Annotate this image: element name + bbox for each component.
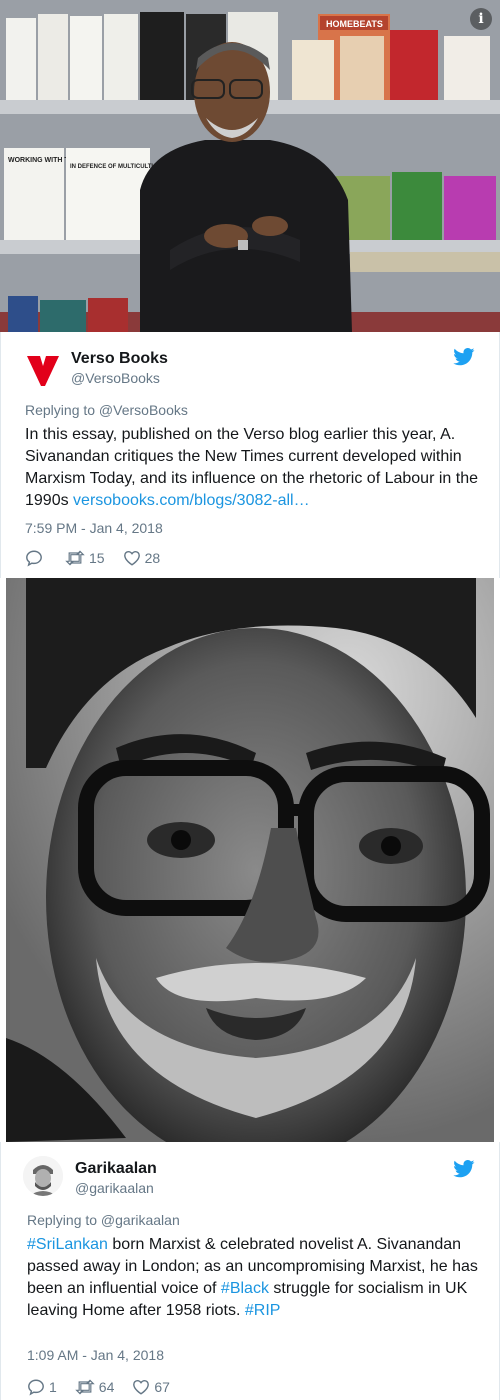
verso-logo-avatar[interactable] xyxy=(23,350,63,390)
like-button[interactable]: 28 xyxy=(123,549,161,567)
reply-button[interactable] xyxy=(25,549,47,567)
hashtag-srilankan[interactable]: #SriLankan xyxy=(27,1236,108,1253)
author-name[interactable]: Garikaalan xyxy=(75,1160,157,1178)
photo-author-bookshelf: HOMEBEATS WORKING WITH THE MEDIA IN DEFE… xyxy=(0,0,500,332)
reply-count: 1 xyxy=(49,1379,57,1395)
retweet-icon xyxy=(65,550,85,566)
info-icon[interactable]: i xyxy=(470,8,492,30)
tweet-garikaalan: Garikaalan @garikaalan Replying to @gari… xyxy=(0,1142,500,1400)
retweet-count: 15 xyxy=(89,550,105,566)
like-count: 28 xyxy=(144,550,161,566)
replying-to: Replying to @VersoBooks xyxy=(25,402,188,418)
tweet-timestamp[interactable]: 7:59 PM - Jan 4, 2018 xyxy=(25,520,163,536)
twitter-bird-icon[interactable] xyxy=(453,1160,475,1178)
tweet-verso-books: Verso Books @VersoBooks Replying to @Ver… xyxy=(0,332,500,578)
author-name[interactable]: Verso Books xyxy=(71,350,168,368)
garikaalan-avatar[interactable] xyxy=(23,1156,63,1196)
heart-icon xyxy=(123,550,140,566)
shelf-label-homebeats: HOMEBEATS xyxy=(326,19,383,29)
retweet-button[interactable]: 15 xyxy=(65,549,105,567)
tweet-text: #SriLankan born Marxist & celebrated nov… xyxy=(27,1234,485,1322)
reply-icon xyxy=(26,550,42,567)
replying-to: Replying to @garikaalan xyxy=(27,1212,180,1228)
heart-icon xyxy=(133,1379,150,1395)
retweet-button[interactable]: 64 xyxy=(75,1378,115,1396)
like-count: 67 xyxy=(154,1379,170,1395)
tweet-actions: 15 28 xyxy=(25,549,178,567)
retweet-icon xyxy=(75,1379,95,1395)
tweet-link[interactable]: versobooks.com/blogs/3082-all… xyxy=(73,492,310,509)
twitter-bird-icon[interactable] xyxy=(453,348,475,366)
like-button[interactable]: 67 xyxy=(132,1378,170,1396)
author-handle[interactable]: @garikaalan xyxy=(75,1180,154,1196)
tweet-timestamp[interactable]: 1:09 AM - Jan 4, 2018 xyxy=(27,1347,164,1363)
hashtag-black[interactable]: #Black xyxy=(221,1280,269,1297)
photo-portrait-author xyxy=(6,578,494,1142)
retweet-count: 64 xyxy=(98,1379,115,1395)
reply-icon xyxy=(28,1379,44,1396)
reply-button[interactable]: 1 xyxy=(27,1378,57,1396)
tweet-actions: 1 64 67 xyxy=(27,1378,188,1396)
tweet-text: In this essay, published on the Verso bl… xyxy=(25,424,483,512)
hashtag-rip[interactable]: #RIP xyxy=(245,1302,281,1319)
author-handle[interactable]: @VersoBooks xyxy=(71,370,160,386)
